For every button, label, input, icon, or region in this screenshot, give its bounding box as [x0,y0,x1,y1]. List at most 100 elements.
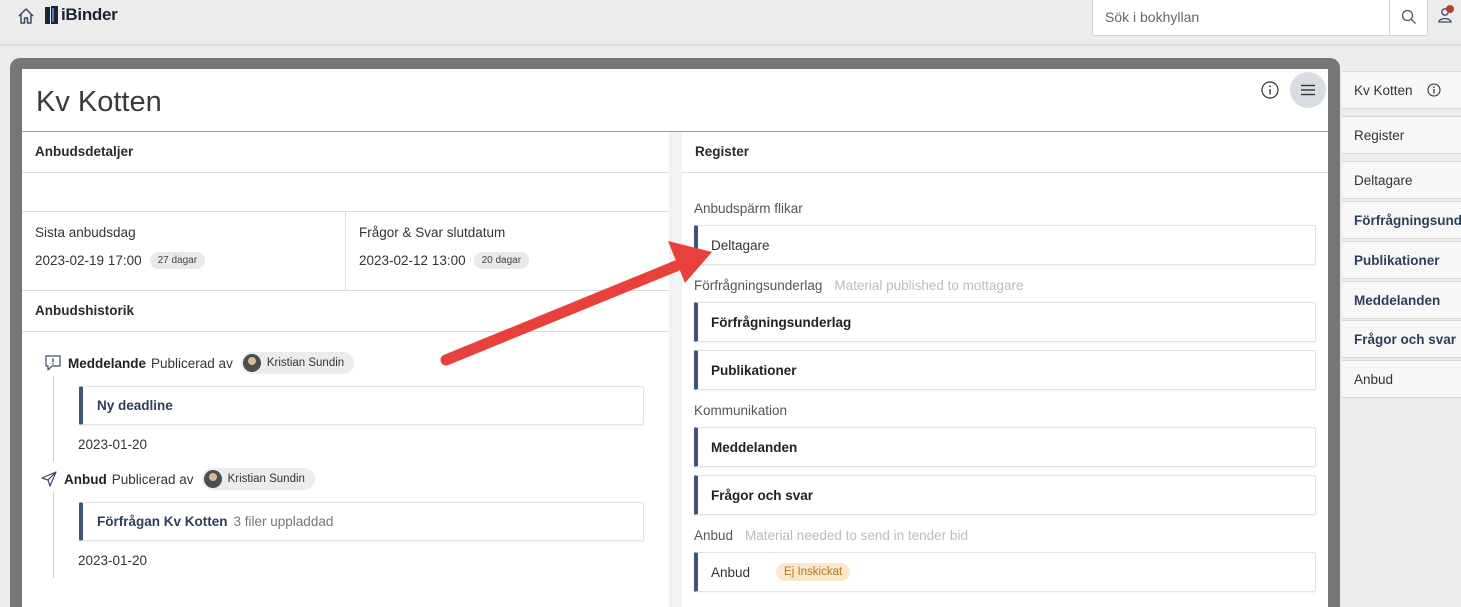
person-chip[interactable]: Kristian Sundin [240,352,355,374]
hamburger-icon [1301,84,1315,96]
date-label: Sista anbudsdag [35,225,136,240]
nav-item-label: Anbud [1354,371,1394,387]
group-title: Anbudspärm flikar [694,201,803,216]
history-action: Publicerad av [151,355,233,371]
history-date: 2023-01-20 [78,437,148,452]
history-card-note: 3 filer uppladdad [233,514,334,529]
history-heading: Anbudshistorik [22,291,669,332]
register-item-label: Publikationer [711,362,797,378]
date-label: Frågor & Svar slutdatum [359,225,506,240]
register-item-meddelanden[interactable]: Meddelanden [694,427,1316,467]
avatar [203,470,222,488]
home-icon[interactable] [17,7,35,25]
history-entry: Anbud Publicerad av Kristian Sundin Förf… [41,466,644,578]
nav-item-anbud[interactable]: Anbud [1342,360,1461,398]
group-title: Kommunikation [694,403,788,418]
history-header: Anbud Publicerad av Kristian Sundin [64,466,644,492]
person-name: Kristian Sundin [266,357,345,369]
nav-item-kv-kotten[interactable]: Kv Kotten [1342,71,1461,109]
nav-item-publikationer[interactable]: Publikationer [1342,241,1461,279]
group-label: Förfrågningsunderlag Material published … [694,278,1316,293]
search-icon [1401,9,1416,24]
group-title: Anbud [694,528,734,543]
right-column: Register Anbudspärm flikar Deltagare För… [682,132,1328,607]
date-value-row: 2023-02-12 13:00 20 dagar [359,252,656,269]
nav-item-register[interactable]: Register [1342,116,1461,154]
binder-logo-icon [45,6,58,24]
nav-item-fragor-och-svar[interactable]: Frågor och svar [1342,320,1461,358]
search-input[interactable] [1093,0,1389,35]
menu-button[interactable] [1290,72,1326,108]
history-card-title: Ny deadline [97,398,173,413]
history-body: Förfrågan Kv Kotten 3 filer uppladdad 20… [53,492,644,578]
register-item-label: Anbud [711,564,751,580]
column-divider [669,132,682,607]
nav-item-label: Förfrågningsunderlag [1354,212,1461,228]
details-heading: Anbudsdetaljer [22,132,669,173]
group-title: Förfrågningsunderlag [694,278,823,293]
history-date: 2023-01-20 [78,553,148,568]
register-heading: Register [682,132,1328,173]
nav-item-label: Kv Kotten [1354,82,1413,98]
nav-item-label: Meddelanden [1354,292,1441,308]
notification-badge [1446,5,1454,13]
days-badge: 20 dagar [473,252,530,269]
details-empty-row [22,173,669,212]
person-name: Kristian Sundin [227,473,305,485]
register-item-label: Förfrågningsunderlag [711,314,852,330]
register-item-label: Deltagare [711,237,770,253]
history-header: Meddelande Publicerad av Kristian Sundin [68,350,644,376]
top-bar: iBinder [0,0,1461,46]
info-icon[interactable] [1426,83,1441,97]
register-list: Anbudspärm flikar Deltagare Förfrågnings… [682,173,1328,592]
date-value: 2023-02-19 17:00 [35,253,142,268]
deadline-cell: Sista anbudsdag 2023-02-19 17:00 27 daga… [22,212,345,290]
binder-panel: Kv Kotten Anbudsdetaljer Sista anbudsdag… [22,69,1328,607]
app-logo[interactable]: iBinder [44,5,118,25]
date-value: 2023-02-12 13:00 [359,253,466,268]
info-icon[interactable] [1260,80,1280,100]
dates-row: Sista anbudsdag 2023-02-19 17:00 27 daga… [22,212,669,291]
nav-item-label: Deltagare [1354,172,1413,188]
history-type: Meddelande [68,355,147,371]
message-alert-icon [45,355,61,371]
date-value-row: 2023-02-19 17:00 27 dagar [35,252,332,269]
register-item-forfragningsunderlag[interactable]: Förfrågningsunderlag [694,302,1316,342]
avatar [242,354,261,372]
register-item-anbud[interactable]: Anbud Ej Inskickat [694,552,1316,592]
history-action: Publicerad av [111,471,194,487]
search-button[interactable] [1389,0,1427,35]
history-card[interactable]: Förfrågan Kv Kotten 3 filer uppladdad [79,502,644,541]
qa-deadline-cell: Frågor & Svar slutdatum 2023-02-12 13:00… [345,212,669,290]
search-bar [1092,0,1428,36]
group-hint: Material needed to send in tender bid [745,528,968,543]
history-card[interactable]: Ny deadline [79,386,644,425]
days-badge: 27 dagar [149,252,206,269]
nav-item-deltagare[interactable]: Deltagare [1342,161,1461,199]
history-list: Meddelande Publicerad av Kristian Sundin… [22,332,669,578]
left-column: Anbudsdetaljer Sista anbudsdag 2023-02-1… [22,132,669,607]
status-badge: Ej Inskickat [776,563,851,581]
nav-item-label: Frågor och svar [1354,331,1457,347]
group-label: Anbudspärm flikar [694,201,1316,216]
group-hint: Material published to mottagare [834,278,1024,293]
nav-item-label: Register [1354,127,1405,143]
history-card-title: Förfrågan Kv Kotten [97,514,228,529]
nav-item-label: Publikationer [1354,252,1440,268]
paper-plane-icon [41,471,57,487]
register-item-label: Meddelanden [711,439,798,455]
register-item-fragor-och-svar[interactable]: Frågor och svar [694,475,1316,515]
person-chip[interactable]: Kristian Sundin [201,468,315,490]
history-body: Ny deadline 2023-01-20 [53,376,644,462]
register-item-deltagare[interactable]: Deltagare [694,225,1316,265]
binder-tab-nav: Kv Kotten Register Deltagare Förfrågning… [1342,69,1461,607]
page-title: Kv Kotten [36,86,162,118]
group-label: Kommunikation [694,403,1316,418]
history-type: Anbud [64,471,107,487]
register-item-label: Frågor och svar [711,487,814,503]
nav-item-meddelanden[interactable]: Meddelanden [1342,281,1461,319]
group-label: Anbud Material needed to send in tender … [694,528,1316,543]
register-item-publikationer[interactable]: Publikationer [694,350,1316,390]
nav-item-forfragningsunderlag[interactable]: Förfrågningsunderlag [1342,201,1461,239]
history-entry: Meddelande Publicerad av Kristian Sundin… [42,350,644,462]
